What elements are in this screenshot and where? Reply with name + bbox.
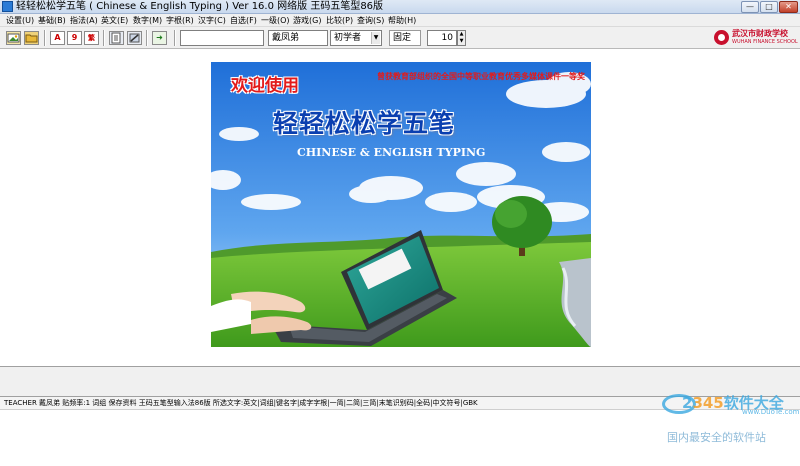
toolbar: A 9 繁 ➜ 戴凤弟 初学者 ▼ 固定 10 ▲ ▼ 武汉市财政学校 WUHA…: [0, 27, 800, 49]
menu-query[interactable]: 查询(S): [357, 14, 384, 27]
level-select[interactable]: 初学者 ▼: [330, 30, 382, 46]
toolbar-divider: [146, 30, 148, 46]
watermark-tagline: 国内最安全的软件站: [667, 431, 766, 444]
spin-down-icon[interactable]: ▼: [460, 38, 464, 44]
menu-settings[interactable]: 设置(U): [6, 14, 34, 27]
menu-numbers[interactable]: 数字(M): [133, 14, 162, 27]
app-icon: [2, 1, 13, 12]
tools-icon[interactable]: [127, 31, 142, 45]
award-caption: 曾获教育部组织的全国中等职业教育优秀多媒体课件一等奖: [377, 72, 585, 81]
folder-open-icon[interactable]: [24, 31, 39, 45]
menu-radicals[interactable]: 字根(R): [166, 14, 194, 27]
spin-up-icon[interactable]: ▲: [460, 31, 464, 37]
watermark-logo: 2345软件大全 www.DuoTe.com: [662, 392, 800, 416]
menu-games[interactable]: 游戏(G): [293, 14, 321, 27]
app-subtitle-banner: CHINESE & ENGLISH TYPING: [297, 146, 486, 159]
watermark-url: www.DuoTe.com: [742, 408, 800, 416]
speed-field[interactable]: 10: [427, 30, 457, 46]
menu-bar: 设置(U) 基础(B) 指法(A) 英文(E) 数字(M) 字根(R) 汉字(C…: [0, 14, 800, 27]
toolbar-divider: [44, 30, 46, 46]
close-button[interactable]: ✕: [779, 1, 798, 13]
speed-spinner[interactable]: ▲ ▼: [457, 30, 466, 46]
welcome-banner: 欢迎使用 曾获教育部组织的全国中等职业教育优秀多媒体课件一等奖 轻轻松松学五笔 …: [211, 62, 591, 347]
user-name-field[interactable]: 戴凤弟: [268, 30, 328, 46]
menu-chinese[interactable]: 汉字(C): [198, 14, 226, 27]
menu-basics[interactable]: 基础(B): [38, 14, 66, 27]
school-emblem-icon: [714, 30, 729, 45]
image-glyph-icon: [7, 33, 20, 43]
level-select-value: 初学者: [334, 33, 362, 43]
traditional-chinese-button[interactable]: 繁: [84, 31, 99, 45]
menu-compare[interactable]: 比较(P): [326, 14, 353, 27]
edit-icon[interactable]: [109, 31, 124, 45]
chevron-down-icon[interactable]: ▼: [371, 32, 380, 44]
menu-help[interactable]: 帮助(H): [388, 14, 416, 27]
letter-a-button[interactable]: A: [50, 31, 65, 45]
pencil-glyph-icon: [111, 32, 121, 44]
app-title-banner: 轻轻松松学五笔: [273, 109, 456, 138]
menu-english[interactable]: 英文(E): [101, 14, 128, 27]
school-name-english: WUHAN FINANCE SCHOOL: [732, 39, 798, 45]
wrench-glyph-icon: [129, 33, 140, 43]
window-title: 轻轻松松学五笔 ( Chinese & English Typing ) Ver…: [16, 1, 384, 12]
watermark-brand-prefix: 2: [682, 394, 693, 412]
toolbar-divider: [174, 30, 176, 46]
minimize-button[interactable]: —: [741, 1, 759, 13]
school-name: 武汉市财政学校: [732, 29, 788, 38]
folder-glyph-icon: [25, 34, 38, 43]
number-9-button[interactable]: 9: [67, 31, 82, 45]
status-text: TEACHER 戴凤弟 贴频率:1 词组 保存资料 王码五笔型输入法86版 所选…: [4, 399, 478, 407]
school-logo: 武汉市财政学校 WUHAN FINANCE SCHOOL: [714, 29, 798, 47]
watermark-brand-number: 345: [692, 394, 724, 412]
exit-icon[interactable]: ➜: [152, 31, 167, 45]
menu-fingering[interactable]: 指法(A): [70, 14, 98, 27]
menu-custom[interactable]: 自选(F): [230, 14, 257, 27]
mode-field[interactable]: 固定: [389, 30, 421, 46]
menu-level-one[interactable]: 一级(O): [261, 14, 290, 27]
welcome-heading: 欢迎使用: [231, 76, 299, 96]
maximize-button[interactable]: □: [760, 1, 778, 13]
toolbar-divider: [103, 30, 105, 46]
title-bar: 轻轻松松学五笔 ( Chinese & English Typing ) Ver…: [0, 0, 800, 14]
image-icon[interactable]: [6, 31, 21, 45]
practice-text-field[interactable]: [180, 30, 264, 46]
